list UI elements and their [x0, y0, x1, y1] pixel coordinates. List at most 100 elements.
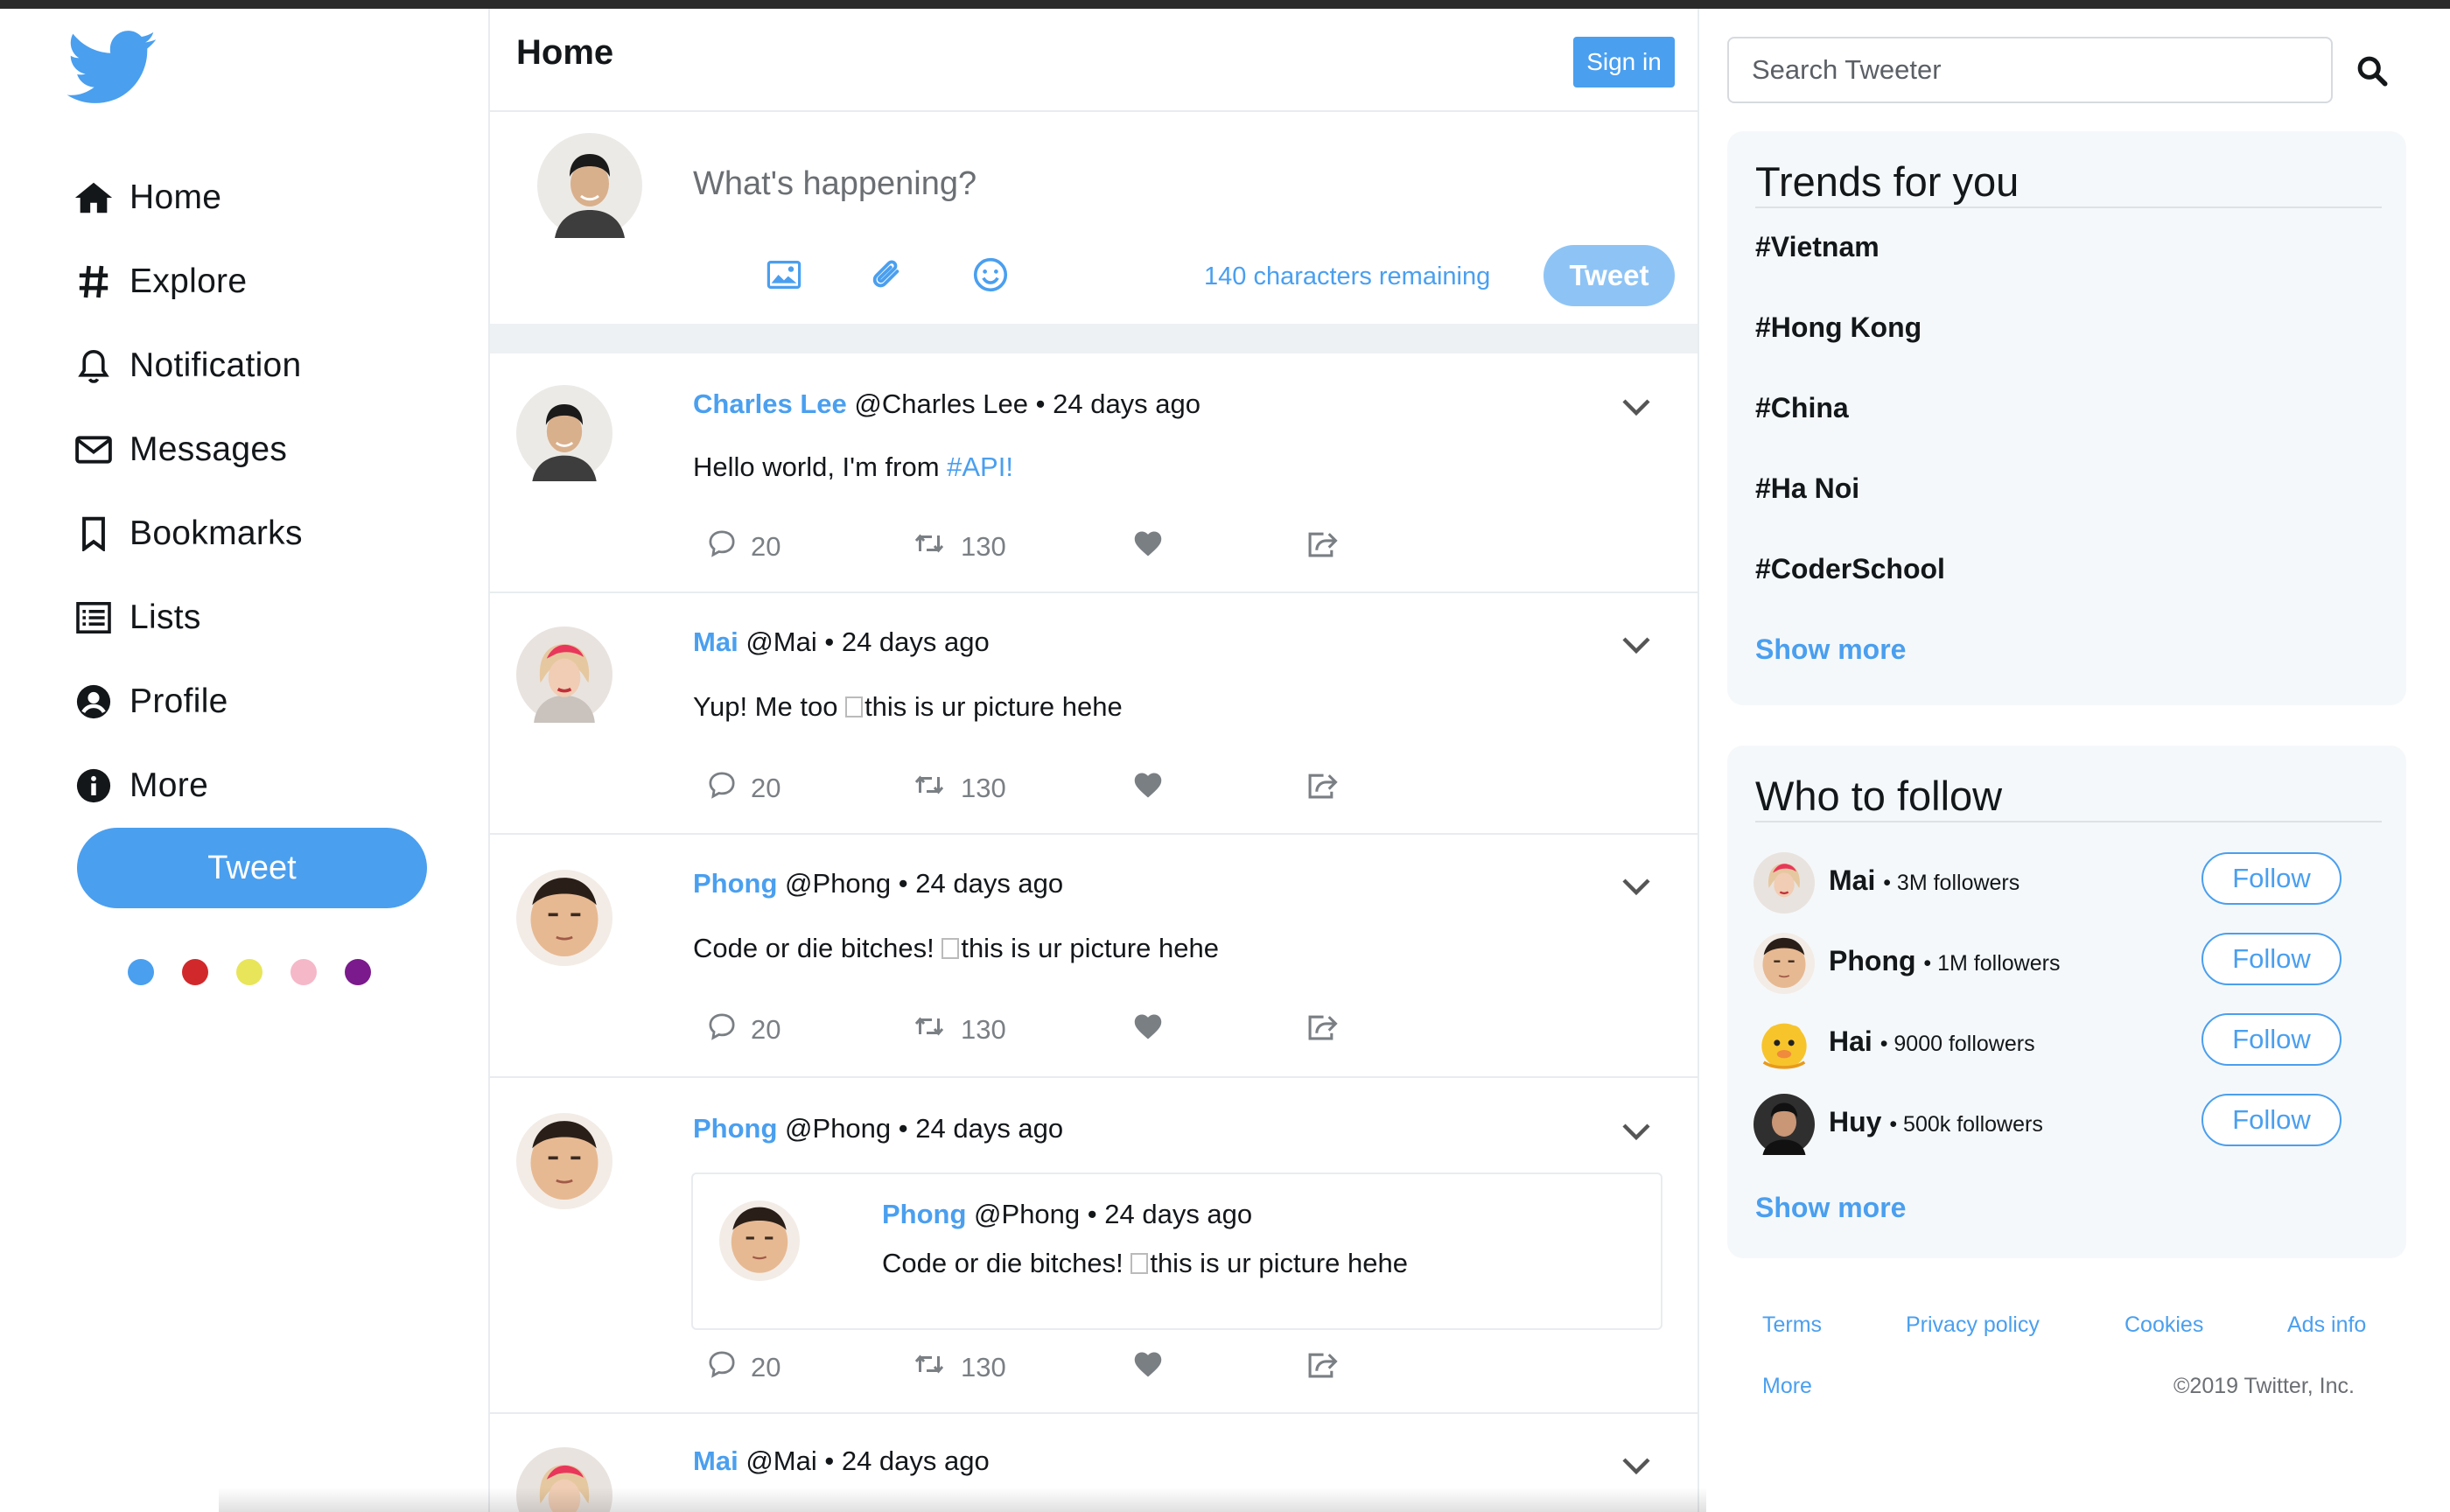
quoted-tweet[interactable]: Phong @Phong • 24 days ago Code or die b…	[691, 1172, 1662, 1330]
tweet-author-name[interactable]: Charles Lee	[693, 388, 847, 419]
list-icon	[74, 598, 114, 638]
avatar[interactable]	[1754, 933, 1815, 994]
suggestion-name[interactable]: Phong • 1M followers	[1829, 945, 2060, 977]
suggestion-name[interactable]: Mai • 3M followers	[1829, 864, 2020, 897]
search-icon[interactable]	[2350, 49, 2394, 93]
theme-dot-pink[interactable]	[290, 959, 317, 985]
nav-item-profile[interactable]: Profile	[74, 660, 303, 744]
chevron-down-icon[interactable]	[1619, 626, 1654, 662]
reply-button[interactable]: 20	[707, 528, 912, 565]
chevron-down-icon[interactable]	[1619, 388, 1654, 424]
sidebar-tweet-button[interactable]: Tweet	[77, 828, 427, 908]
quoted-tweet-text: Code or die bitches! this is ur picture …	[882, 1248, 1408, 1279]
chevron-down-icon[interactable]	[1619, 868, 1654, 903]
tweet-header: Phong @Phong • 24 days ago	[693, 1113, 1063, 1144]
nav-label-lists: Lists	[130, 598, 201, 636]
follow-button[interactable]: Follow	[2202, 852, 2342, 905]
suggestion-user-name[interactable]: Huy	[1829, 1106, 1881, 1138]
trend-item[interactable]: #CoderSchool	[1755, 553, 1945, 585]
trends-show-more[interactable]: Show more	[1755, 634, 1906, 666]
like-button[interactable]	[1132, 529, 1306, 564]
retweet-button[interactable]: 130	[912, 530, 1132, 564]
heart-icon	[1132, 529, 1178, 564]
trend-item[interactable]: #China	[1755, 392, 1849, 424]
suggestion-name[interactable]: Huy • 500k followers	[1829, 1106, 2043, 1138]
follow-suggestion: Phong • 1M followers Follow	[1754, 933, 2384, 999]
theme-dot-blue[interactable]	[128, 959, 154, 985]
theme-dot-yellow[interactable]	[236, 959, 262, 985]
reply-button[interactable]: 20	[707, 1012, 912, 1048]
footer-link-ads-info[interactable]: Ads info	[2287, 1312, 2366, 1338]
tweet-time: • 24 days ago	[898, 868, 1064, 899]
like-button[interactable]	[1132, 1012, 1306, 1047]
copyright: ©2019 Twitter, Inc.	[2174, 1374, 2355, 1398]
share-button[interactable]	[1306, 528, 1353, 565]
trend-item[interactable]: #Hong Kong	[1755, 312, 1922, 344]
footer-link-more[interactable]: More	[1762, 1374, 1812, 1399]
bird-icon[interactable]	[66, 28, 158, 108]
quoted-author-name[interactable]: Phong	[882, 1199, 966, 1229]
search-input[interactable]	[1727, 37, 2333, 103]
nav-item-bookmarks[interactable]: Bookmarks	[74, 492, 303, 576]
feed-header: Home Sign in	[490, 9, 1698, 112]
paperclip-icon[interactable]	[864, 252, 910, 298]
nav-item-explore[interactable]: Explore	[74, 240, 303, 324]
retweet-button[interactable]: 130	[912, 1013, 1132, 1046]
quoted-tweet-header: Phong @Phong • 24 days ago	[882, 1199, 1252, 1230]
nav-item-home[interactable]: Home	[74, 156, 303, 240]
tweet-author-name[interactable]: Mai	[693, 1446, 738, 1476]
avatar[interactable]	[1754, 1094, 1815, 1155]
nav-item-messages[interactable]: Messages	[74, 408, 303, 492]
footer-link-terms[interactable]: Terms	[1762, 1312, 1822, 1338]
reply-button[interactable]: 20	[707, 770, 912, 807]
chevron-down-icon[interactable]	[1619, 1447, 1654, 1482]
share-button[interactable]	[1306, 770, 1353, 807]
tweet-time: • 24 days ago	[824, 1446, 990, 1476]
nav-item-notification[interactable]: Notification	[74, 324, 303, 408]
trend-item[interactable]: #Ha Noi	[1755, 472, 1859, 505]
retweet-button[interactable]: 130	[912, 1351, 1132, 1384]
suggestion-name[interactable]: Hai • 9000 followers	[1829, 1026, 2035, 1058]
suggestion-user-name[interactable]: Phong	[1829, 945, 1916, 976]
trend-item[interactable]: #Vietnam	[1755, 231, 1880, 263]
reply-button[interactable]: 20	[707, 1349, 912, 1386]
share-button[interactable]	[1306, 1349, 1353, 1386]
nav-item-lists[interactable]: Lists	[74, 576, 303, 660]
avatar[interactable]	[516, 626, 612, 723]
footer-link-privacy[interactable]: Privacy policy	[1906, 1312, 2040, 1338]
follow-show-more[interactable]: Show more	[1755, 1192, 1906, 1224]
avatar[interactable]	[516, 870, 612, 966]
tweet-header: Mai @Mai • 24 days ago	[693, 626, 990, 658]
window-top-bar	[0, 0, 2450, 9]
tweet-time: • 24 days ago	[898, 1113, 1064, 1144]
sign-in-button[interactable]: Sign in	[1573, 37, 1675, 88]
nav-item-more[interactable]: More	[74, 744, 303, 828]
follow-button[interactable]: Follow	[2202, 1094, 2342, 1146]
avatar[interactable]	[516, 1113, 612, 1209]
image-icon[interactable]	[761, 252, 807, 298]
avatar[interactable]	[516, 385, 612, 481]
retweet-icon	[912, 1351, 961, 1384]
compose-tweet-input[interactable]	[693, 158, 1480, 210]
theme-dot-red[interactable]	[182, 959, 208, 985]
share-button[interactable]	[1306, 1012, 1353, 1048]
tweet-author-name[interactable]: Mai	[693, 626, 738, 657]
like-button[interactable]	[1132, 1350, 1306, 1385]
theme-dot-purple[interactable]	[345, 959, 371, 985]
chevron-down-icon[interactable]	[1619, 1113, 1654, 1148]
footer-link-cookies[interactable]: Cookies	[2124, 1312, 2203, 1338]
follow-button[interactable]: Follow	[2202, 1013, 2342, 1066]
retweet-button[interactable]: 130	[912, 772, 1132, 805]
tweet-hashtag[interactable]: #API!	[947, 452, 1013, 482]
like-button[interactable]	[1132, 771, 1306, 806]
suggestion-user-name[interactable]: Mai	[1829, 864, 1875, 896]
tweet-author-name[interactable]: Phong	[693, 1113, 777, 1144]
avatar[interactable]	[1754, 852, 1815, 914]
avatar[interactable]	[1754, 1013, 1815, 1074]
compose-tweet-button[interactable]: Tweet	[1544, 245, 1675, 306]
suggestion-user-name[interactable]: Hai	[1829, 1026, 1872, 1057]
tweet-author-name[interactable]: Phong	[693, 868, 777, 899]
follow-button[interactable]: Follow	[2202, 933, 2342, 985]
smile-icon[interactable]	[968, 252, 1013, 298]
heart-icon	[1132, 1012, 1178, 1047]
